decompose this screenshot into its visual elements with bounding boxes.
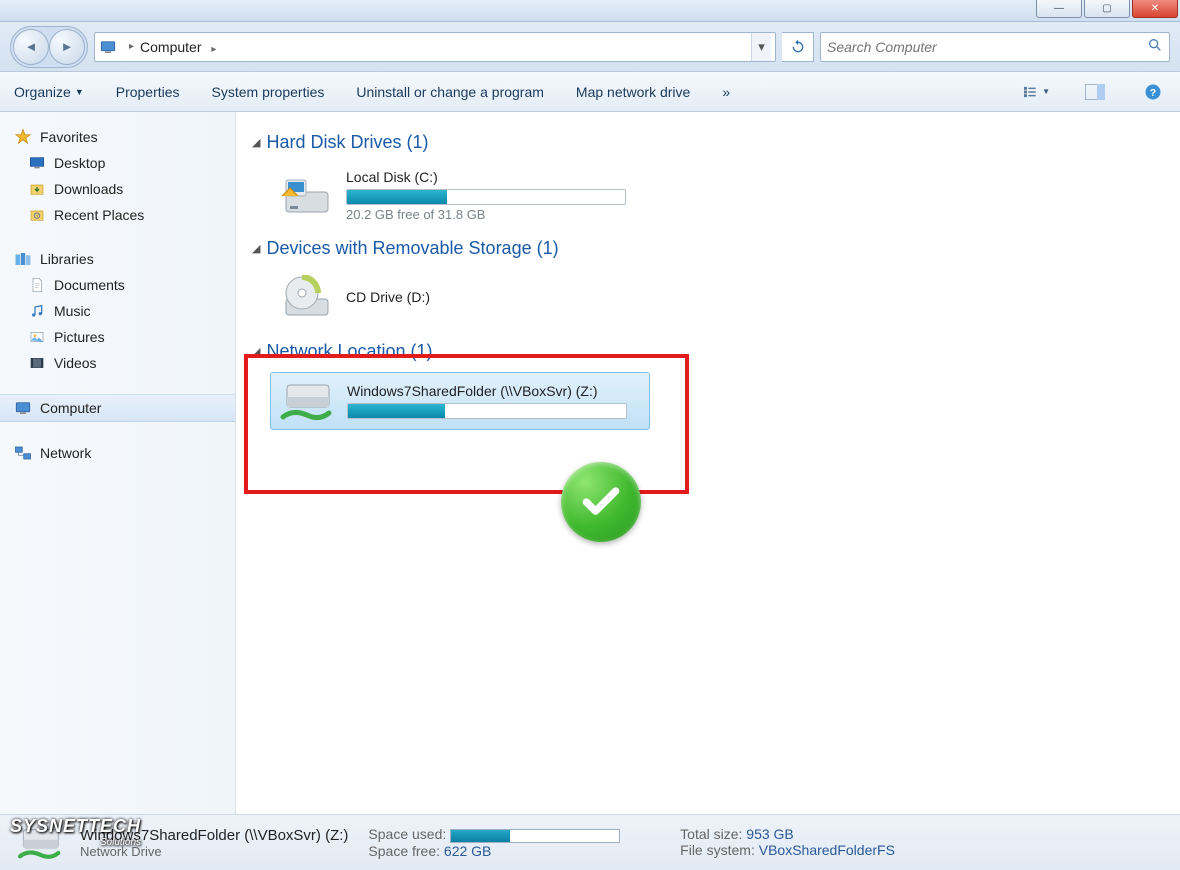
collapse-icon: ◢ [252,242,260,255]
details-pane: Windows7SharedFolder (\\VBoxSvr) (Z:) Ne… [0,814,1180,870]
sidebar-libraries-label: Libraries [40,251,94,267]
sidebar-item-documents[interactable]: Documents [0,272,235,298]
hdd-icon [278,174,334,218]
network-icon [14,444,32,462]
maximize-button[interactable]: ▢ [1084,0,1130,18]
chevron-right-icon: ▸ [123,41,140,52]
space-used-label: Space used: [368,826,446,842]
drive-local-c[interactable]: Local Disk (C:) 20.2 GB free of 31.8 GB [270,163,650,228]
sidebar-item-music[interactable]: Music [0,298,235,324]
libraries-icon [14,250,32,268]
content-pane: ◢ Hard Disk Drives (1) Local Disk (C:) 2… [236,112,1180,814]
pictures-icon [28,328,46,346]
search-input[interactable] [827,39,1147,55]
watermark: SYSNETTECH Solutions [10,816,141,848]
sidebar-libraries-header[interactable]: Libraries [0,246,235,272]
sidebar-item-videos[interactable]: Videos [0,350,235,376]
collapse-icon: ◢ [252,136,260,149]
titlebar: — ▢ ✕ [0,0,1180,22]
search-icon [1147,37,1163,56]
music-icon [28,302,46,320]
desktop-icon [28,154,46,172]
videos-icon [28,354,46,372]
forward-button[interactable]: ► [49,29,85,65]
section-hdd-header[interactable]: ◢ Hard Disk Drives (1) [252,132,1164,153]
sidebar-item-computer[interactable]: Computer [0,394,235,422]
sidebar-item-recent[interactable]: Recent Places [0,202,235,228]
sidebar-item-desktop[interactable]: Desktop [0,150,235,176]
view-options-button[interactable]: ▼ [1024,81,1050,103]
system-properties-button[interactable]: System properties [212,84,325,100]
address-text: Computer ▸ [140,39,751,55]
drive-cd-d[interactable]: CD Drive (D:) [270,269,650,325]
documents-icon [28,276,46,294]
sidebar-item-pictures[interactable]: Pictures [0,324,235,350]
minimize-button[interactable]: — [1036,0,1082,18]
sidebar-computer-label: Computer [40,400,101,416]
drive-free-text: 20.2 GB free of 31.8 GB [346,207,642,222]
total-size-label: Total size: [680,826,742,842]
uninstall-program-button[interactable]: Uninstall or change a program [356,84,544,100]
space-free-label: Space free: [368,843,440,859]
sidebar-item-network[interactable]: Network [0,440,235,466]
space-used-bar [450,829,620,843]
downloads-icon [28,180,46,198]
refresh-button[interactable] [782,32,814,62]
back-button[interactable]: ◄ [13,29,49,65]
svg-text:?: ? [1150,86,1156,98]
sidebar-favorites-header[interactable]: Favorites [0,124,235,150]
navigation-bar: ◄ ► ▸ Computer ▸ ▾ [0,22,1180,72]
total-size-value: 953 GB [746,826,793,842]
drive-name: Local Disk (C:) [346,169,642,185]
drive-name: CD Drive (D:) [346,289,642,305]
command-toolbar: Organize ▼ Properties System properties … [0,72,1180,112]
sidebar-item-downloads[interactable]: Downloads [0,176,235,202]
drive-usage-bar [346,189,626,205]
file-system-label: File system: [680,842,755,858]
annotation-checkmark-icon [561,462,641,542]
address-bar[interactable]: ▸ Computer ▸ ▾ [94,32,776,62]
map-network-drive-button[interactable]: Map network drive [576,84,690,100]
organize-menu[interactable]: Organize ▼ [14,84,84,100]
section-removable-header[interactable]: ◢ Devices with Removable Storage (1) [252,238,1164,259]
computer-icon [14,399,32,417]
cd-drive-icon [278,275,334,319]
search-box[interactable] [820,32,1170,62]
preview-pane-button[interactable] [1082,81,1108,103]
star-icon [14,128,32,146]
sidebar-favorites-label: Favorites [40,129,98,145]
sidebar-network-label: Network [40,445,91,461]
close-button[interactable]: ✕ [1132,0,1178,18]
toolbar-overflow[interactable]: » [722,84,730,100]
properties-button[interactable]: Properties [116,84,180,100]
nav-history-buttons: ◄ ► [10,26,88,68]
computer-icon [99,38,117,56]
file-system-value: VBoxSharedFolderFS [759,842,895,858]
space-free-value: 622 GB [444,843,491,859]
recent-icon [28,206,46,224]
navigation-sidebar: Favorites Desktop Downloads Recent Place… [0,112,236,814]
help-button[interactable]: ? [1140,81,1166,103]
address-dropdown[interactable]: ▾ [751,33,771,61]
